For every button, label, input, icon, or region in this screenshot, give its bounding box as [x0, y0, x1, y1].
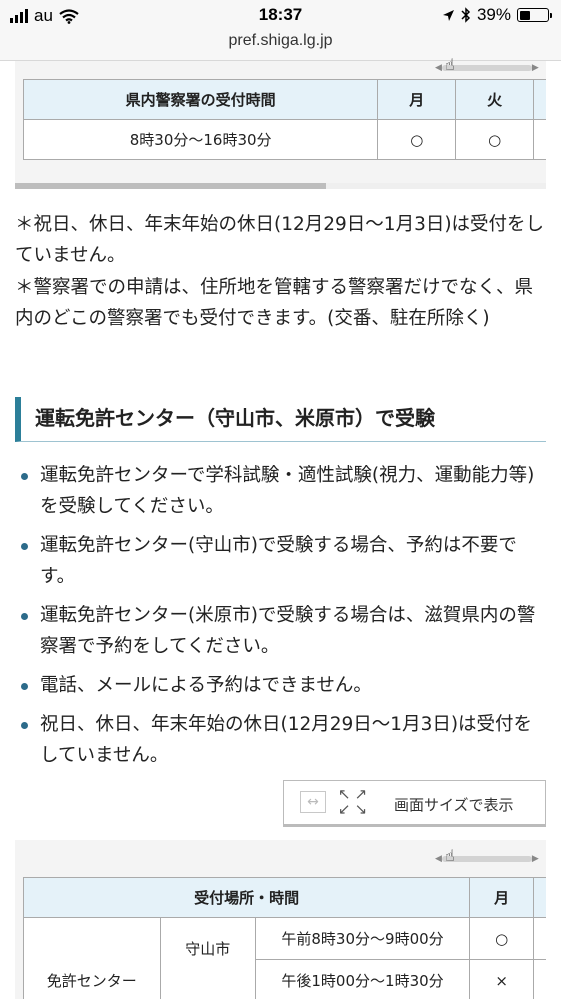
license-center-table: 受付場所・時間 月 免許センター 守山市 午前8時30分〜9時00分 ○ 午後1…: [22, 877, 546, 999]
list-item: 電話、メールによる予約はできません。: [15, 670, 550, 701]
table-cell: 免許センター: [23, 917, 161, 999]
police-station-note: ＊警察署での申請は、住所地を管轄する警察署だけでなく、県内のどこの警察署でも受付…: [15, 277, 534, 329]
section-heading: 運転免許センター（守山市、米原市）で受験: [15, 397, 546, 442]
view-button-label: 画面サイズで表示: [394, 796, 514, 814]
arrow-left-icon: ◀: [435, 63, 442, 73]
location-arrow-icon: [442, 9, 454, 21]
table-cell: ○: [469, 917, 535, 960]
bullet-icon: [21, 683, 28, 690]
table-header: 受付場所・時間: [22, 877, 471, 918]
table-cell: 午前8時30分〜9時00分: [254, 917, 471, 960]
table-header: 県内警察署の受付時間: [22, 79, 379, 120]
bullet-icon: [21, 543, 28, 550]
reception-hours-table: 県内警察署の受付時間 月 火 8時30分〜16時30分 ○ ○: [22, 79, 546, 160]
list-item: 運転免許センター(守山市)で受験する場合、予約は不要です。: [15, 530, 550, 592]
arrow-left-icon: ◀: [435, 854, 442, 864]
list-item: 祝日、休日、年末年始の休日(12月29日〜1月3日)は受付をしていません。: [15, 709, 550, 771]
list-item: 運転免許センターで学科試験・適性試験(視力、運動能力等)を受験してください。: [15, 460, 550, 522]
arrow-right-icon: ▶: [531, 854, 539, 864]
table-scroll-container[interactable]: ◀ ▶ ☝ 受付場所・時間 月 免許センター 守山市 午前8時30分〜9時00分…: [15, 840, 546, 999]
battery-icon: [517, 8, 552, 22]
swipe-hand-icon: ☝: [445, 846, 455, 865]
table-cell: ○: [455, 119, 535, 160]
table-header: 月: [469, 877, 535, 918]
view-screen-size-button[interactable]: ↔ ↖↗ ↙↘ 画面サイズで表示: [283, 780, 546, 827]
url-text: pref.shiga.lg.jp: [228, 32, 333, 49]
status-bar: au 18:37 39%: [0, 0, 561, 30]
table-header: 火: [455, 79, 535, 120]
table-cell: ○: [377, 119, 457, 160]
table-scroll-container[interactable]: ◀ ▶ ☝ 県内警察署の受付時間 月 火 8時30分〜16時30分 ○ ○: [15, 55, 546, 183]
bluetooth-icon: [461, 7, 471, 23]
horizontal-scrollbar[interactable]: [15, 183, 546, 189]
address-bar[interactable]: pref.shiga.lg.jp: [0, 30, 561, 61]
table-cell: 8時30分〜16時30分: [22, 119, 379, 160]
fullscreen-icon: ↖↗ ↙↘: [338, 785, 372, 818]
swipe-hand-icon: ☝: [445, 55, 455, 74]
info-list: 運転免許センターで学科試験・適性試験(視力、運動能力等)を受験してください。 運…: [15, 460, 550, 779]
bullet-icon: [21, 722, 28, 729]
table-cell: 守山市: [159, 917, 256, 999]
list-item: 運転免許センター(米原市)で受験する場合は、滋賀県内の警察署で予約をしてください…: [15, 600, 550, 662]
table-cell: 午後1時00分〜1時30分: [254, 959, 471, 999]
holiday-note: ＊祝日、休日、年末年始の休日(12月29日〜1月3日)は受付をしていません。: [15, 214, 545, 266]
arrow-right-icon: ▶: [531, 63, 539, 73]
expand-horizontal-icon: ↔: [300, 791, 326, 813]
scrollbar-thumb[interactable]: [15, 183, 326, 189]
table-header: 月: [377, 79, 457, 120]
bullet-icon: [21, 473, 28, 480]
table-cell: ×: [469, 959, 535, 999]
bullet-icon: [21, 613, 28, 620]
battery-percent: 39%: [476, 5, 511, 24]
